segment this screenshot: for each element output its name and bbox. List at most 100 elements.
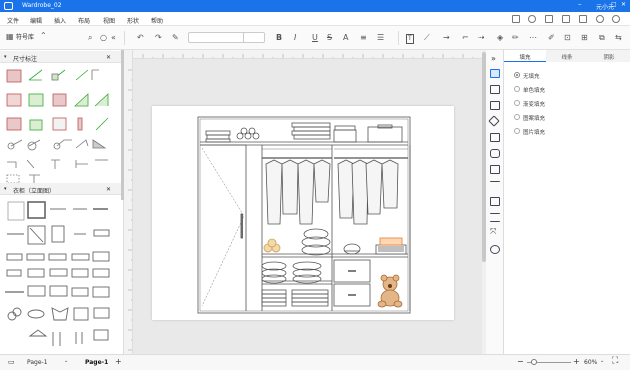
gradient-fill-label: 渐变填充 [523, 102, 546, 108]
fullscreen-icon[interactable]: ⛶ [612, 356, 618, 366]
lock-icon[interactable]: ⊞ [581, 34, 588, 42]
format-painter-icon[interactable]: ✎ [172, 34, 179, 42]
page-dropdown-icon[interactable]: ⌄ [64, 358, 68, 364]
image-icon[interactable] [562, 15, 570, 23]
search-icon[interactable]: ⌕ [88, 34, 92, 42]
page-select[interactable]: Page-1 [27, 359, 48, 366]
align-icon[interactable] [490, 213, 500, 222]
zoom-icon[interactable]: ○ [100, 34, 107, 42]
collapse-panel-icon[interactable]: « [111, 34, 116, 42]
presentation-icon[interactable] [490, 133, 500, 142]
section-close-icon[interactable]: ✕ [106, 54, 111, 61]
pattern-fill-radio[interactable] [514, 114, 520, 120]
undo-icon[interactable]: ↶ [137, 34, 144, 42]
add-page-button[interactable]: + [115, 357, 122, 366]
font-color-icon[interactable]: A [343, 34, 348, 42]
app-logo-icon [4, 2, 13, 10]
section-dimension-title: 尺寸标注 [13, 56, 38, 63]
library-header: 符号库 [16, 34, 35, 41]
status-bar: ▭ Page-1 ⌄ Page-1 + − + 60% ⌄ ⛶ [0, 354, 630, 370]
line-style-icon[interactable]: ⋯ [529, 34, 537, 42]
close-icon[interactable]: ✕ [621, 1, 626, 8]
tab-line[interactable]: 线条 [546, 50, 588, 62]
format-icon[interactable] [490, 85, 500, 94]
attachment-icon[interactable] [490, 197, 500, 206]
underline-icon[interactable]: U [312, 34, 318, 42]
zoom-in-icon[interactable]: + [573, 357, 580, 366]
group-icon[interactable]: ⧉ [599, 34, 605, 42]
page-view-icon[interactable]: ▭ [8, 358, 15, 366]
picture-fill-label: 图片填充 [523, 130, 546, 136]
layers-icon[interactable] [488, 115, 500, 127]
tab-shadow[interactable]: 阴影 [588, 50, 630, 62]
menu-file[interactable]: 文件 [7, 16, 19, 25]
menu-edit[interactable]: 编辑 [30, 16, 42, 25]
page-setup-icon[interactable] [490, 101, 500, 110]
toolbar: ▦ 符号库 ⌃ ⌕ ○ « ↶ ↷ ✎ ▾ B I U S A ≡ ☰ T ⟋ … [0, 26, 630, 50]
expand-panel-icon[interactable]: » [491, 54, 496, 63]
fill-icon[interactable]: ◈ [497, 34, 503, 42]
minimize-icon[interactable]: – [578, 0, 582, 8]
connector-icon[interactable]: ⟋ [424, 34, 430, 42]
menu-help[interactable]: 帮助 [151, 16, 163, 25]
zoom-out-icon[interactable]: − [517, 357, 524, 366]
arrow-style-icon[interactable]: ⇢ [478, 34, 485, 42]
section-close-icon[interactable]: ✕ [106, 186, 111, 193]
link-icon[interactable] [612, 15, 620, 23]
hierarchy-icon[interactable] [490, 181, 500, 190]
zoom-slider-handle[interactable] [531, 359, 537, 365]
line-icon[interactable]: → [443, 34, 450, 42]
history-icon[interactable] [490, 245, 500, 254]
bold-icon[interactable]: B [276, 34, 282, 42]
data-icon[interactable] [490, 149, 500, 158]
settings-icon[interactable] [528, 15, 536, 23]
export-icon[interactable] [545, 15, 553, 23]
line-spacing-icon[interactable]: ☰ [377, 34, 384, 42]
section-dimension-header[interactable]: ▾ 尺寸标注 ✕ [0, 51, 124, 63]
tab-fill[interactable]: 填充 [504, 50, 546, 62]
no-fill-label: 无填充 [523, 74, 540, 80]
text-box-icon[interactable]: T [406, 34, 414, 44]
edit-icon[interactable]: ✐ [548, 34, 555, 42]
zoom-dropdown-icon[interactable]: ⌄ [600, 358, 604, 364]
zoom-level[interactable]: 60% [584, 359, 597, 366]
picture-fill-radio[interactable] [514, 128, 520, 134]
line-color-icon[interactable]: ✏ [512, 34, 519, 42]
solid-fill-radio[interactable] [514, 86, 520, 92]
menu-bar: 文件 编辑 插入 布局 视图 形状 帮助 [0, 12, 630, 26]
symbol-library-panel: ▾ 尺寸标注 ✕ ▾ 衣柜（立面图） ✕ [0, 50, 124, 354]
strikethrough-icon[interactable]: S [327, 34, 332, 42]
page-tab[interactable]: Page-1 [85, 359, 108, 366]
collapse-up-icon[interactable]: ⌃ [40, 32, 47, 40]
no-fill-radio[interactable] [514, 72, 520, 78]
italic-icon[interactable]: I [294, 34, 296, 42]
wardrobe-drawing[interactable] [152, 106, 454, 320]
menu-view[interactable]: 视图 [103, 16, 115, 25]
gradient-fill-radio[interactable] [514, 100, 520, 106]
fill-style-icon[interactable] [490, 69, 500, 78]
print-icon[interactable] [579, 15, 587, 23]
ruler-left [124, 50, 133, 354]
pattern-fill-label: 图案填充 [523, 116, 546, 122]
waypoint-icon[interactable]: ⌐ [462, 34, 469, 42]
align-icon[interactable]: ≡ [360, 34, 367, 42]
arrange-icon[interactable]: ⇆ [615, 34, 622, 42]
share-icon[interactable] [596, 15, 604, 23]
menu-shape[interactable]: 形状 [127, 16, 139, 25]
title-bar: Wardrobe_02 元小元 – □ ✕ [0, 0, 630, 12]
section-wardrobe-header[interactable]: ▾ 衣柜（立面图） ✕ [0, 183, 124, 195]
expand-icon[interactable]: ⤧ [490, 227, 500, 238]
crop-icon[interactable]: ⊡ [564, 34, 571, 42]
image-icon[interactable] [490, 165, 500, 174]
menu-layout[interactable]: 布局 [78, 16, 90, 25]
section-wardrobe-title: 衣柜（立面图） [13, 188, 56, 195]
drawing-page[interactable] [152, 106, 454, 320]
document-title: Wardrobe_02 [22, 2, 62, 9]
redo-icon[interactable]: ↷ [155, 34, 162, 42]
ruler-top [124, 50, 482, 59]
font-size-select[interactable] [243, 32, 265, 43]
menu-insert[interactable]: 插入 [54, 16, 66, 25]
library-grid-icon[interactable]: ▦ [6, 33, 14, 41]
maximize-icon[interactable]: □ [611, 1, 617, 8]
present-icon[interactable] [512, 15, 520, 23]
